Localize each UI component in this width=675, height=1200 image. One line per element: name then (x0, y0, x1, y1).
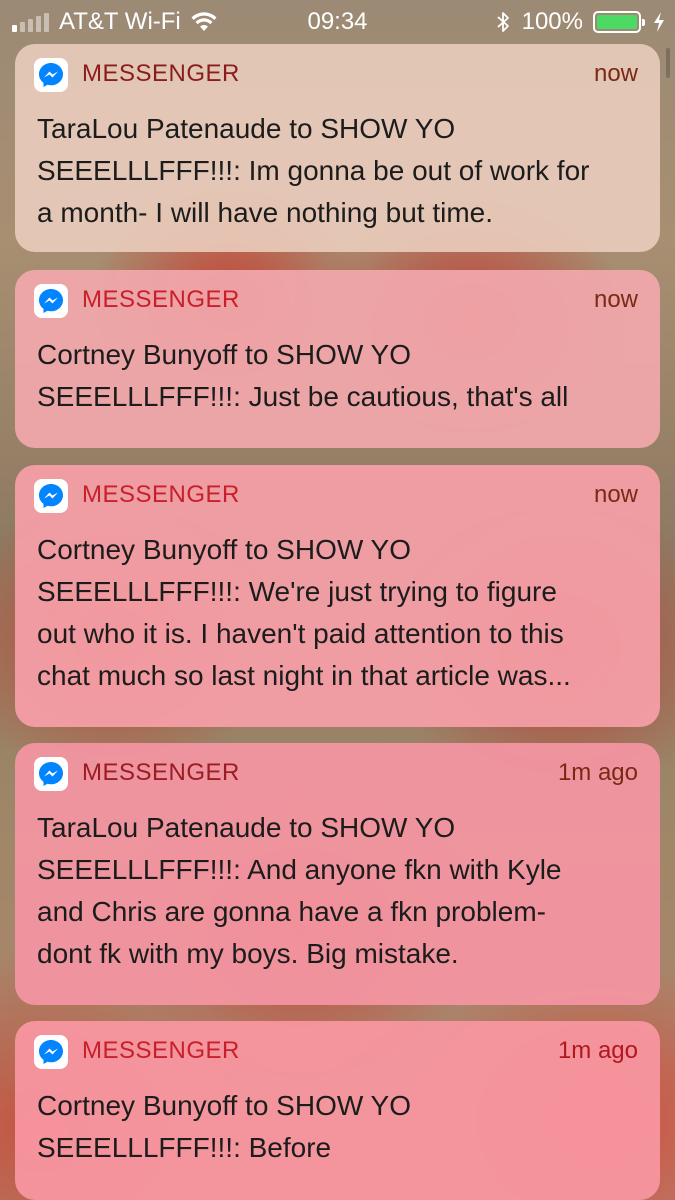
message-line: SEEELLLFFF!!!: Im gonna be out of work f… (37, 155, 590, 186)
notification-message: Cortney Bunyoff to SHOW YO SEEELLLFFF!!!… (37, 334, 638, 418)
notification-card[interactable]: MESSENGER now Cortney Bunyoff to SHOW YO… (15, 465, 660, 727)
status-right: 100% (496, 8, 665, 36)
battery-percent: 100% (521, 8, 583, 35)
notification-header: MESSENGER 1m ago (34, 743, 638, 805)
message-line: out who it is. I haven't paid attention … (37, 618, 564, 649)
status-bar: AT&T Wi-Fi 09:34 100% (0, 0, 675, 42)
messenger-icon (34, 58, 68, 92)
notification-message: Cortney Bunyoff to SHOW YO SEEELLLFFF!!!… (37, 529, 638, 697)
notification-header: MESSENGER now (34, 44, 638, 106)
message-line: TaraLou Patenaude to SHOW YO (37, 113, 456, 144)
notification-time: now (593, 60, 638, 87)
message-line: chat much so last night in that article … (37, 660, 571, 691)
message-line: Cortney Bunyoff to SHOW YO (37, 339, 412, 370)
notification-header: MESSENGER now (34, 465, 638, 527)
battery-icon (593, 11, 645, 33)
app-name: MESSENGER (82, 286, 240, 313)
message-line: Cortney Bunyoff to SHOW YO (37, 534, 412, 565)
notification-header: MESSENGER 1m ago (34, 1021, 638, 1083)
message-line: SEEELLLFFF!!!: Just be cautious, that's … (37, 381, 569, 412)
app-name: MESSENGER (82, 60, 240, 87)
notification-time: 1m ago (557, 759, 638, 786)
app-name: MESSENGER (82, 1037, 240, 1064)
notification-message: TaraLou Patenaude to SHOW YO SEEELLLFFF!… (37, 108, 638, 234)
message-line: SEEELLLFFF!!!: Before (37, 1132, 332, 1163)
battery-fill (597, 15, 637, 29)
app-name: MESSENGER (82, 759, 240, 786)
notification-message: Cortney Bunyoff to SHOW YO SEEELLLFFF!!!… (37, 1085, 638, 1169)
messenger-icon (34, 757, 68, 791)
messenger-icon (34, 479, 68, 513)
message-line: TaraLou Patenaude to SHOW YO (37, 812, 456, 843)
message-line: and Chris are gonna have a fkn problem- (37, 896, 546, 927)
notification-card[interactable]: MESSENGER 1m ago Cortney Bunyoff to SHOW… (15, 1021, 660, 1200)
notification-time: now (593, 286, 638, 313)
charging-bolt-icon (654, 12, 664, 32)
notification-card[interactable]: MESSENGER now Cortney Bunyoff to SHOW YO… (15, 270, 660, 448)
scroll-indicator[interactable] (666, 48, 670, 78)
bluetooth-icon (497, 12, 509, 32)
message-line: Cortney Bunyoff to SHOW YO (37, 1090, 412, 1121)
messenger-icon (34, 284, 68, 318)
notification-card[interactable]: MESSENGER now TaraLou Patenaude to SHOW … (15, 44, 660, 252)
notification-message: TaraLou Patenaude to SHOW YO SEEELLLFFF!… (37, 807, 638, 975)
message-line: dont fk with my boys. Big mistake. (37, 938, 459, 969)
app-name: MESSENGER (82, 481, 240, 508)
notification-header: MESSENGER now (34, 270, 638, 332)
message-line: a month- I will have nothing but time. (37, 197, 494, 228)
notification-card[interactable]: MESSENGER 1m ago TaraLou Patenaude to SH… (15, 743, 660, 1005)
notification-time: now (593, 481, 638, 508)
notification-time: 1m ago (557, 1037, 638, 1064)
messenger-icon (34, 1035, 68, 1069)
message-line: SEEELLLFFF!!!: And anyone fkn with Kyle (37, 854, 562, 885)
message-line: SEEELLLFFF!!!: We're just trying to figu… (37, 576, 557, 607)
